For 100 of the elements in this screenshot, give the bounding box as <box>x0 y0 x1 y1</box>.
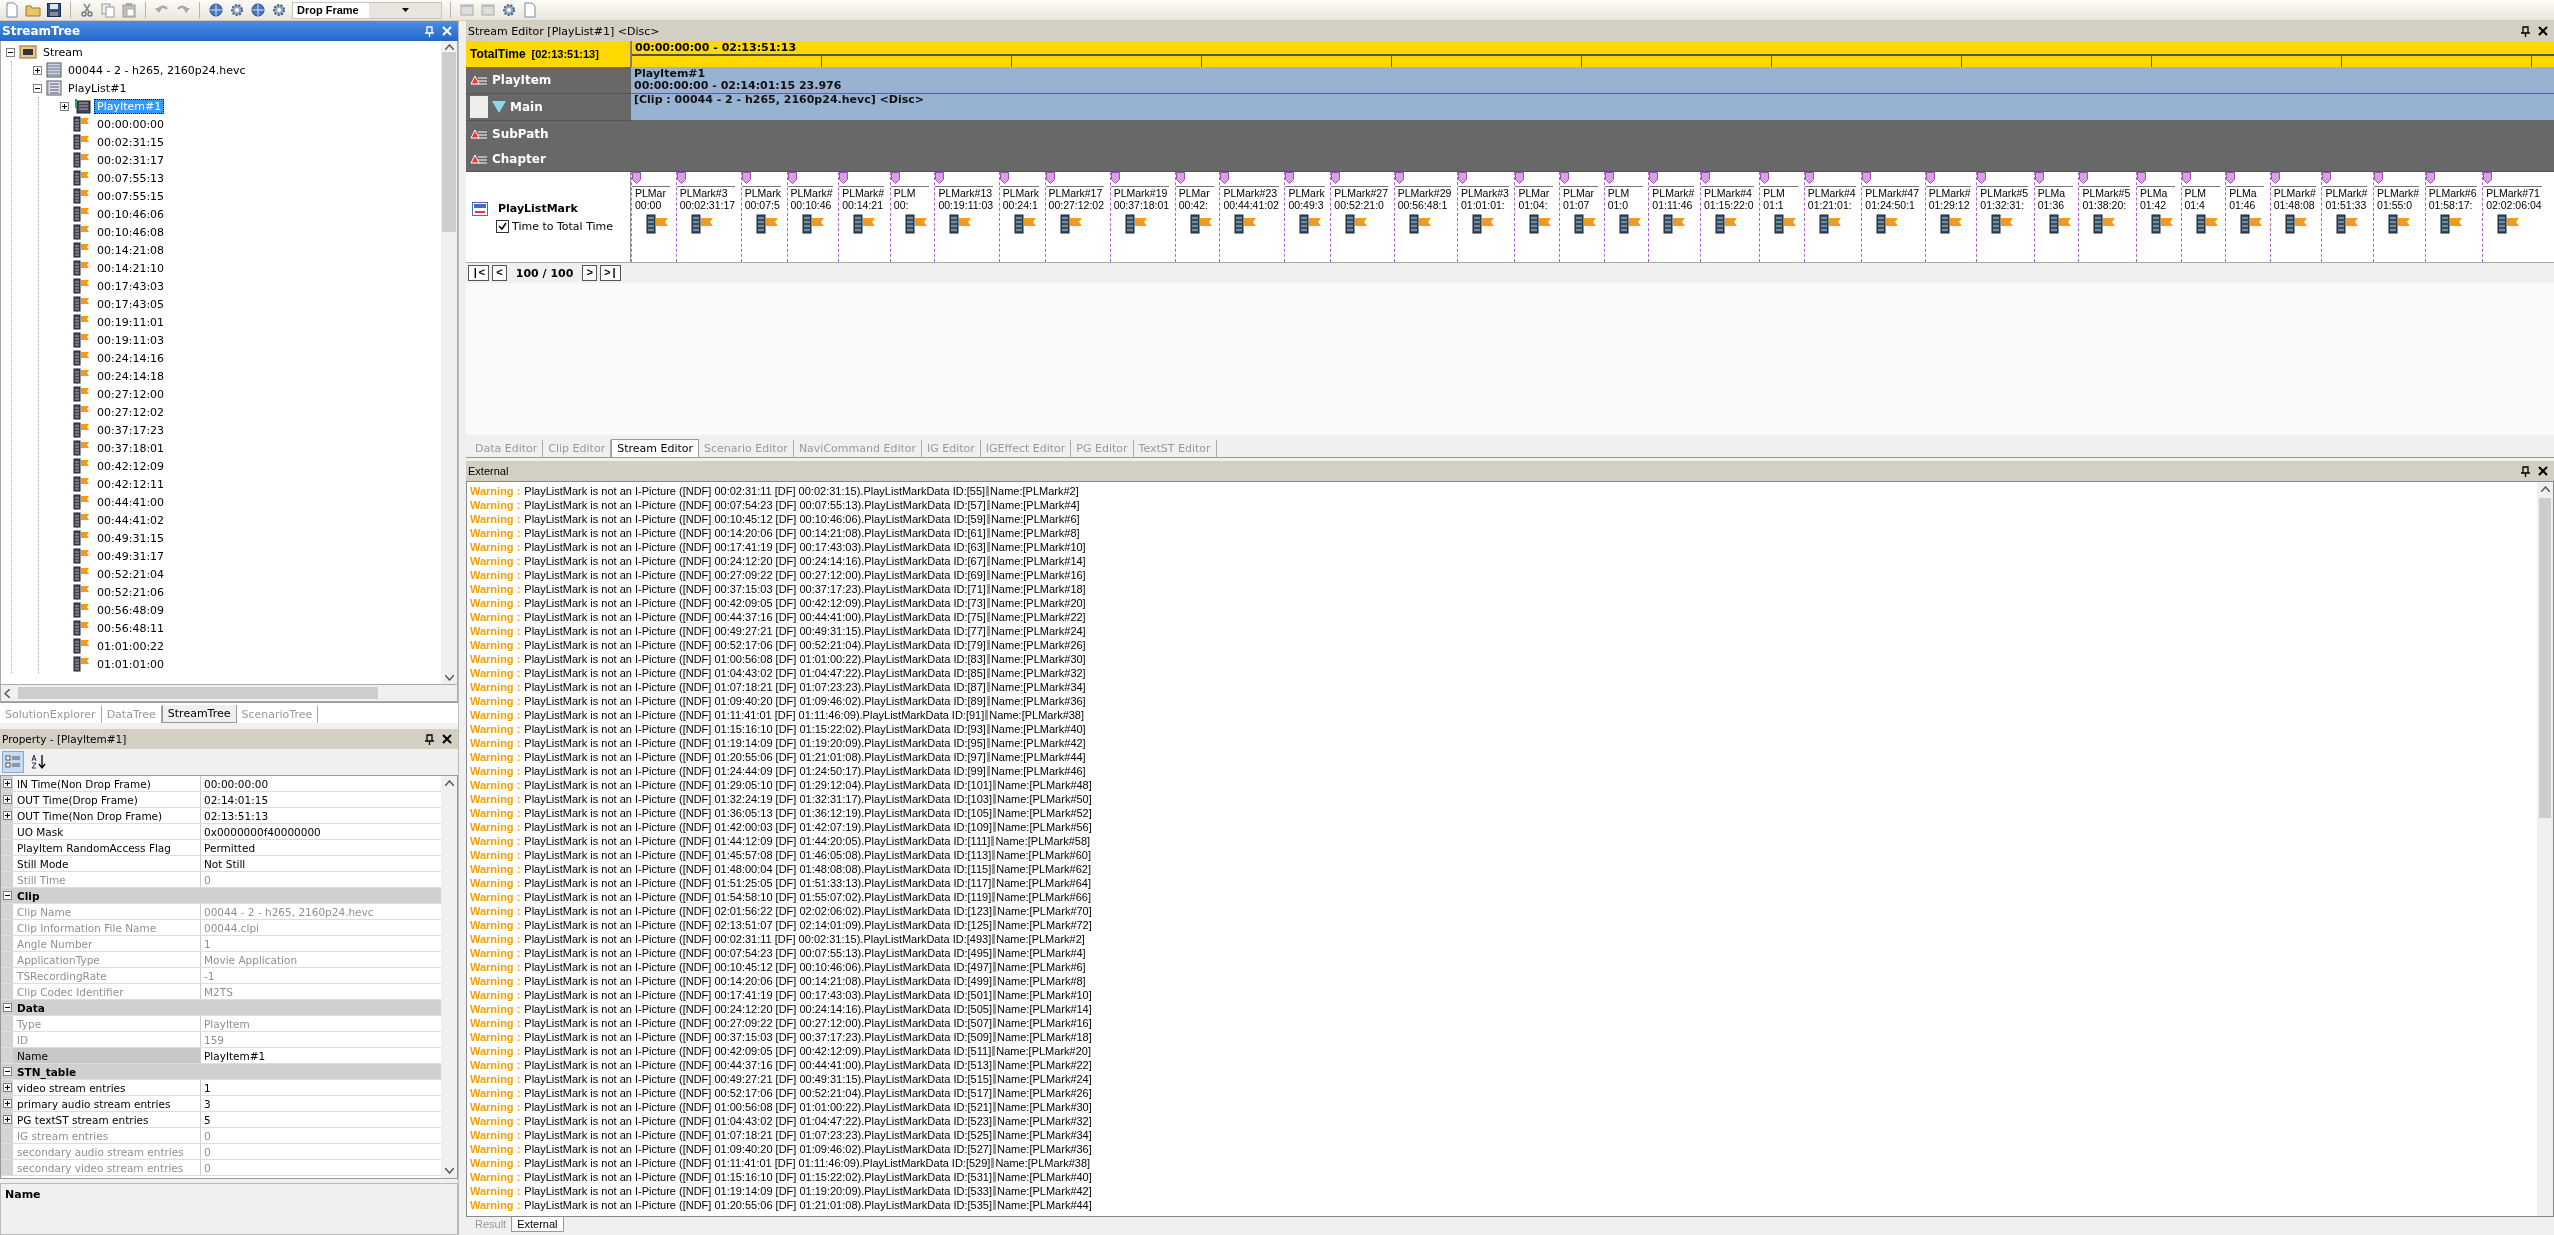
marker-tab-icon[interactable] <box>2079 172 2089 184</box>
marker-tab-icon[interactable] <box>1804 172 1814 184</box>
mark-name[interactable]: PLMar <box>1515 187 1554 199</box>
tree-item[interactable]: 00:19:11:01 <box>94 314 168 330</box>
mark-name[interactable]: PLMark#19 <box>1110 187 1170 199</box>
property-name[interactable]: OUT Time(Non Drop Frame) <box>13 808 201 823</box>
property-value[interactable]: 5 <box>201 1112 441 1127</box>
mark-name[interactable]: PLM <box>890 187 929 199</box>
film-flag-icon[interactable] <box>1939 214 1964 234</box>
clip-bar[interactable]: [Clip : 00044 - 2 - h265, 2160p24.hevc] <Disc> <box>631 94 2554 121</box>
mark-name[interactable]: PLMark <box>1285 187 1325 199</box>
gear-icon[interactable] <box>501 2 517 18</box>
tree-item[interactable]: 00:27:12:00 <box>94 386 168 402</box>
close-icon[interactable] <box>442 734 452 744</box>
tree-item[interactable]: 00:44:41:00 <box>94 494 168 510</box>
film-flag-icon[interactable] <box>1471 214 1496 234</box>
film-flag-icon[interactable] <box>1529 214 1554 234</box>
film-flag-icon[interactable] <box>1991 214 2016 234</box>
scroll-up-icon[interactable] <box>444 780 454 786</box>
mark-name[interactable]: PLMark#4 <box>1700 187 1754 199</box>
mark-name[interactable]: PLM <box>2181 187 2220 199</box>
film-flag-icon[interactable] <box>1124 214 1149 234</box>
tree-item[interactable]: 00:19:11:03 <box>94 332 168 348</box>
marker-tab-icon[interactable] <box>741 172 751 184</box>
film-flag-icon[interactable] <box>2150 214 2175 234</box>
mark-name[interactable]: PLMark# <box>2322 187 2368 199</box>
property-value[interactable]: Not Still <box>201 856 441 871</box>
tree-item[interactable]: 00:42:12:09 <box>94 458 168 474</box>
next-page-button[interactable]: > <box>582 265 598 281</box>
property-value[interactable]: 1 <box>201 1080 441 1095</box>
marker-tab-icon[interactable] <box>2226 172 2236 184</box>
film-flag-icon[interactable] <box>1663 214 1688 234</box>
globe-icon[interactable] <box>208 2 224 18</box>
marker-tab-icon[interactable] <box>676 172 686 184</box>
mark-name[interactable]: PLMark# <box>787 187 833 199</box>
tree-item[interactable]: 00:00:00:00 <box>94 116 168 132</box>
property-name[interactable]: primary audio stream entries <box>13 1096 201 1111</box>
film-flag-icon[interactable] <box>801 214 826 234</box>
film-flag-icon[interactable] <box>853 214 878 234</box>
mark-name[interactable]: PLMar <box>1560 187 1599 199</box>
mark-name[interactable]: PLMark <box>741 187 781 199</box>
property-name[interactable]: IN Time(Non Drop Frame) <box>13 776 201 791</box>
marker-tab-icon[interactable] <box>2034 172 2044 184</box>
tree-item[interactable]: 00:44:41:02 <box>94 512 168 528</box>
film-flag-icon[interactable] <box>690 214 715 234</box>
tree-item[interactable]: 00:10:46:06 <box>94 206 168 222</box>
property-name[interactable]: PlayItem RandomAccess Flag <box>13 840 201 855</box>
mark-name[interactable]: PLMark#29 <box>1394 187 1452 199</box>
marker-tab-icon[interactable] <box>2322 172 2332 184</box>
marker-tab-icon[interactable] <box>839 172 849 184</box>
film-flag-icon[interactable] <box>2336 214 2361 234</box>
mark-name[interactable]: PLMark# <box>1925 187 1971 199</box>
gear-icon[interactable] <box>229 2 245 18</box>
scrollbar[interactable] <box>2537 482 2553 1216</box>
film-flag-icon[interactable] <box>904 214 929 234</box>
tree-item[interactable]: 00:49:31:17 <box>94 548 168 564</box>
film-flag-icon[interactable] <box>1345 214 1370 234</box>
tree-item[interactable]: 00:14:21:08 <box>94 242 168 258</box>
marker-tab-icon[interactable] <box>890 172 900 184</box>
tree-item[interactable]: 00:17:43:03 <box>94 278 168 294</box>
film-flag-icon[interactable] <box>2240 214 2265 234</box>
marker-tab-icon[interactable] <box>1285 172 1295 184</box>
film-flag-icon[interactable] <box>1774 214 1799 234</box>
film-flag-icon[interactable] <box>2497 214 2522 234</box>
marker-tab-icon[interactable] <box>1604 172 1614 184</box>
mark-name[interactable]: PLMark#5 <box>2079 187 2131 199</box>
tree-item[interactable]: 00:56:48:09 <box>94 602 168 618</box>
play-item-bar[interactable]: PlayItem#1 00:00:00:00 - 02:14:01:15 23.976 <box>631 67 2554 94</box>
mark-name[interactable]: PLMark# <box>1649 187 1695 199</box>
mark-name[interactable]: PLMark#23 <box>1220 187 1279 199</box>
pin-icon[interactable] <box>425 733 434 745</box>
tree-item[interactable]: 00:56:48:11 <box>94 620 168 636</box>
scissors-icon[interactable] <box>79 2 95 18</box>
property-value[interactable]: 02:13:51:13 <box>201 808 441 823</box>
close-icon[interactable] <box>2538 26 2548 36</box>
marker-tab-icon[interactable] <box>1110 172 1120 184</box>
film-flag-icon[interactable] <box>1618 214 1643 234</box>
expander-icon[interactable] <box>5 47 15 57</box>
marker-tab-icon[interactable] <box>2136 172 2146 184</box>
property-name[interactable]: PG textST stream entries <box>13 1112 201 1127</box>
marker-tab-icon[interactable] <box>1862 172 1872 184</box>
mark-name[interactable]: PLMark#3 <box>676 187 736 199</box>
property-name[interactable]: UO Mask <box>13 824 201 839</box>
marker-tab-icon[interactable] <box>1760 172 1770 184</box>
property-name[interactable]: OUT Time(Drop Frame) <box>13 792 201 807</box>
marker-tab-icon[interactable] <box>2425 172 2435 184</box>
scroll-up-icon[interactable] <box>444 44 454 50</box>
tree-item[interactable]: 01:01:00:22 <box>94 638 168 654</box>
marker-tab-icon[interactable] <box>1925 172 1935 184</box>
film-flag-icon[interactable] <box>1059 214 1084 234</box>
mark-name[interactable]: PLM <box>1604 187 1643 199</box>
film-flag-icon[interactable] <box>1234 214 1259 234</box>
mark-name[interactable]: PLMark#27 <box>1331 187 1388 199</box>
scroll-thumb[interactable] <box>18 687 378 699</box>
mark-name[interactable]: PLMark#71 <box>2483 187 2542 199</box>
scroll-thumb[interactable] <box>442 52 456 232</box>
folder-icon[interactable] <box>25 2 41 18</box>
timecode-dropdown[interactable]: Drop Frame <box>292 1 442 19</box>
expander-icon[interactable] <box>32 83 42 93</box>
marker-tab-icon[interactable] <box>1700 172 1710 184</box>
